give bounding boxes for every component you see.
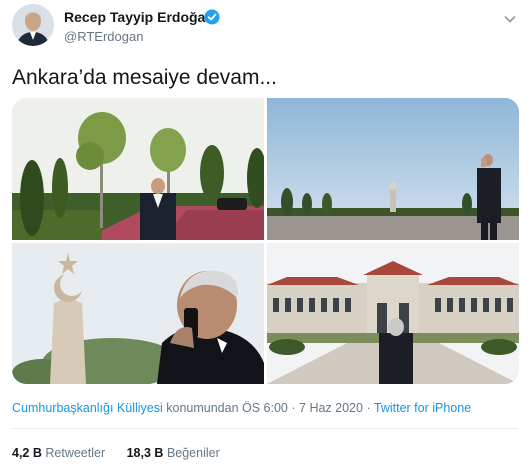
media-grid — [12, 98, 519, 384]
source-link[interactable]: Twitter for iPhone — [374, 401, 471, 415]
avatar-image — [12, 4, 54, 46]
likes-stat[interactable]: 18,3 B Beğeniler — [127, 446, 220, 460]
location-suffix: konumundan — [166, 401, 239, 415]
likes-label: Beğeniler — [166, 446, 220, 460]
verified-badge-icon — [204, 9, 220, 25]
retweets-label: Retweetler — [45, 446, 106, 460]
chevron-down-icon[interactable] — [503, 12, 517, 26]
meta-separator-2: · — [366, 401, 371, 415]
author-handle[interactable]: @RTErdogan — [64, 29, 143, 44]
location-link[interactable]: Cumhurbaşkanlığı Külliyesi — [12, 401, 163, 415]
meta-separator: · — [291, 401, 296, 415]
likes-count: 18,3 B — [126, 446, 164, 460]
retweets-count: 4,2 B — [12, 446, 42, 460]
photo-2[interactable] — [267, 98, 519, 240]
photo-1[interactable] — [12, 98, 264, 240]
photo-4[interactable] — [267, 243, 519, 384]
retweets-stat[interactable]: 4,2 B Retweetler — [12, 446, 109, 460]
divider — [12, 428, 518, 429]
tweet-meta: Cumhurbaşkanlığı Külliyesi konumundan ÖS… — [12, 401, 471, 415]
avatar[interactable] — [12, 4, 54, 46]
author-name[interactable]: Recep Tayyip Erdoğan — [64, 9, 214, 25]
photo-3[interactable] — [12, 243, 264, 384]
tweet-stats: 4,2 B Retweetler 18,3 B Beğeniler — [12, 446, 238, 460]
tweet-date[interactable]: 7 Haz 2020 — [299, 401, 363, 415]
tweet-time[interactable]: ÖS 6:00 — [242, 401, 288, 415]
tweet-text: Ankara’da mesaiye devam... — [12, 66, 277, 89]
